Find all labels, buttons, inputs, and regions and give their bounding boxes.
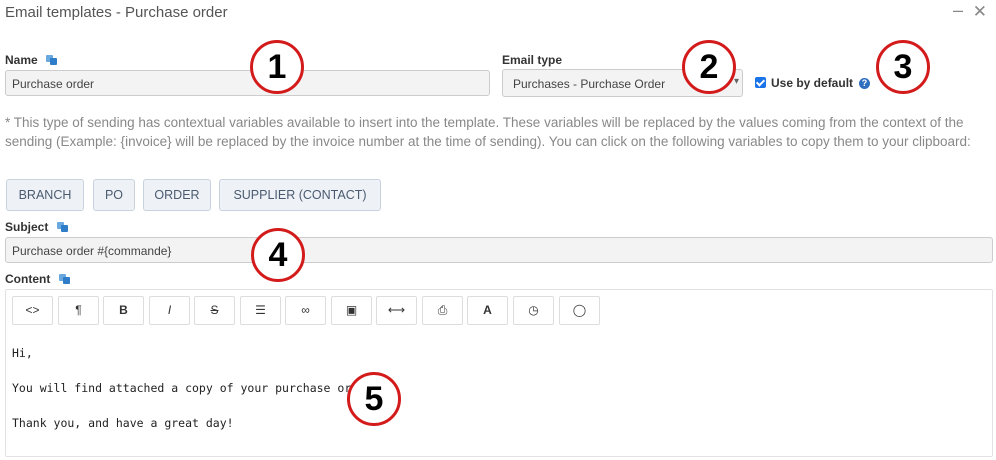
content-editor[interactable]: <> ¶ B I S ☰ ∞ ▣ ⟷ ⎙ A ◷ ◯ Hi, You will … bbox=[5, 289, 993, 457]
content-line: Thank you, and have a great day! bbox=[12, 416, 234, 430]
italic-icon[interactable]: I bbox=[149, 296, 190, 325]
print-icon[interactable]: ⎙ bbox=[422, 296, 463, 325]
bold-icon[interactable]: B bbox=[103, 296, 144, 325]
use-by-default-checkbox[interactable] bbox=[755, 77, 766, 88]
content-label: Content bbox=[5, 272, 70, 286]
annotation-marker-5: 5 bbox=[347, 372, 401, 426]
variable-branch-button[interactable]: BRANCH bbox=[6, 179, 84, 211]
variable-supplier-contact-button[interactable]: SUPPLIER (CONTACT) bbox=[219, 179, 381, 211]
name-label: Name bbox=[5, 53, 58, 67]
text-style-icon[interactable]: A bbox=[467, 296, 508, 325]
translate-icon[interactable] bbox=[46, 55, 58, 65]
paragraph-icon[interactable]: ¶ bbox=[58, 296, 99, 325]
translate-icon[interactable] bbox=[56, 222, 68, 232]
translate-icon[interactable] bbox=[58, 274, 70, 284]
annotation-marker-2: 2 bbox=[682, 40, 736, 94]
variable-order-button[interactable]: ORDER bbox=[143, 179, 211, 211]
window-title: Email templates - Purchase order bbox=[5, 4, 228, 21]
name-input[interactable]: Purchase order bbox=[5, 70, 490, 96]
variable-po-button[interactable]: PO bbox=[93, 179, 135, 211]
subject-label: Subject bbox=[5, 220, 68, 234]
content-line: Hi, bbox=[12, 346, 33, 360]
horizontal-rule-icon[interactable]: ⟷ bbox=[376, 296, 417, 325]
help-icon[interactable]: ? bbox=[859, 78, 870, 89]
email-type-label: Email type bbox=[502, 53, 563, 67]
annotation-marker-1: 1 bbox=[250, 40, 304, 94]
subject-input[interactable]: Purchase order #{commande} bbox=[5, 237, 993, 263]
list-icon[interactable]: ☰ bbox=[240, 296, 281, 325]
editor-body[interactable]: Hi, You will find attached a copy of you… bbox=[12, 346, 986, 451]
strikethrough-icon[interactable]: S bbox=[194, 296, 235, 325]
email-type-value: Purchases - Purchase Order bbox=[513, 77, 666, 91]
close-icon[interactable]: ✕ bbox=[973, 2, 987, 22]
annotation-marker-3: 3 bbox=[876, 40, 930, 94]
content-label-text: Content bbox=[5, 272, 51, 286]
name-label-text: Name bbox=[5, 53, 38, 67]
annotation-marker-4: 4 bbox=[251, 228, 305, 282]
image-icon[interactable]: ▣ bbox=[331, 296, 372, 325]
link-icon[interactable]: ∞ bbox=[285, 296, 326, 325]
comment-icon[interactable]: ◯ bbox=[559, 296, 600, 325]
content-line: You will find attached a copy of your pu… bbox=[12, 381, 379, 395]
variables-info-text: * This type of sending has contextual va… bbox=[5, 115, 971, 149]
code-view-icon[interactable]: <> bbox=[12, 296, 53, 325]
chevron-down-icon: ▾ bbox=[733, 76, 739, 87]
title-bar: Email templates - Purchase order – ✕ bbox=[5, 0, 991, 24]
subject-label-text: Subject bbox=[5, 220, 49, 234]
use-by-default-label: Use by default bbox=[771, 76, 854, 90]
clock-icon[interactable]: ◷ bbox=[513, 296, 554, 325]
minimize-icon[interactable]: – bbox=[953, 0, 963, 21]
